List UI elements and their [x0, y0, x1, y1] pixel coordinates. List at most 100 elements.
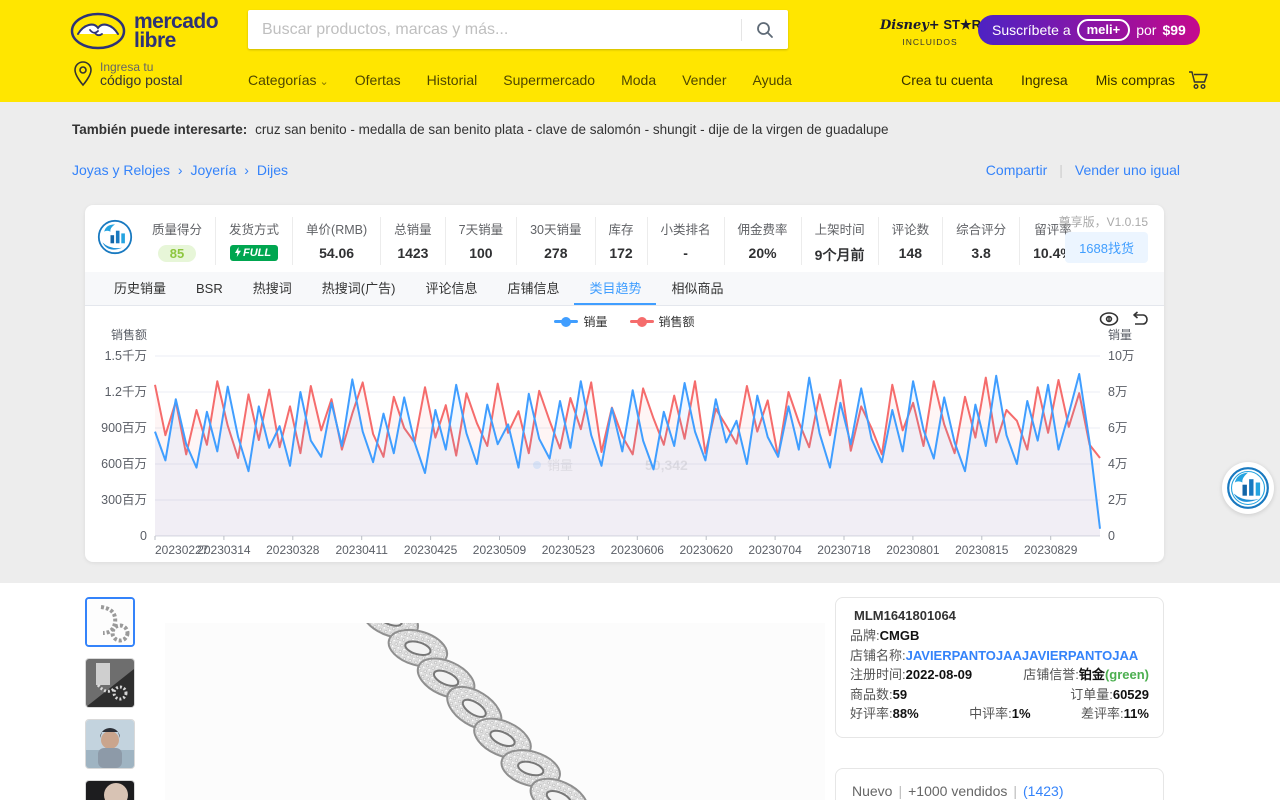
disney-star-promo[interactable]: Disney+ ST★R+ INCLUIDOS	[880, 18, 980, 49]
tab-7[interactable]: 相似商品	[656, 272, 738, 305]
orders-label: 订单量:	[1070, 687, 1113, 702]
nav-crea-tu-cuenta[interactable]: Crea tu cuenta	[901, 72, 993, 88]
search-input[interactable]	[248, 21, 741, 39]
stat-label: 7天销量	[459, 219, 503, 238]
product-main-image[interactable]	[165, 623, 825, 800]
breadcrumb-dijes[interactable]: Dijes	[257, 162, 288, 178]
nav-supermercado[interactable]: Supermercado	[503, 72, 595, 88]
reviews-count-link[interactable]: (1423)	[1023, 783, 1063, 799]
nav-ingresa[interactable]: Ingresa	[1021, 72, 1068, 88]
nav-mis-compras[interactable]: Mis compras	[1096, 72, 1175, 88]
breadcrumb-joyeria[interactable]: Joyería	[191, 162, 257, 178]
thumbnail-model-image	[86, 720, 134, 768]
nav-ayuda[interactable]: Ayuda	[752, 72, 791, 88]
handshake-icon	[70, 12, 126, 50]
cart-button[interactable]	[1188, 70, 1210, 95]
stat-label: 评论数	[892, 219, 930, 238]
nav-historial[interactable]: Historial	[427, 72, 478, 88]
brand-value: CMGB	[880, 628, 920, 643]
nav-vender[interactable]: Vender	[682, 72, 726, 88]
brand-label: 品牌:	[850, 628, 880, 643]
reputation-color-tag: (green)	[1105, 667, 1149, 682]
site-header: mercadolibre Disney+ ST★R+ INCLUIDOS Sus…	[0, 0, 1280, 102]
stat-col: 小类排名-	[648, 217, 725, 265]
legend-marker-blue	[554, 320, 578, 323]
reputation-label: 店铺信誉:	[1023, 667, 1079, 682]
svg-text:销量: 销量	[1108, 328, 1132, 342]
product-thumbnail-4[interactable]	[85, 780, 135, 800]
analytics-tool-floating-button[interactable]	[1222, 462, 1274, 514]
related-search-link[interactable]: shungit	[653, 122, 709, 137]
stat-value: 278	[530, 245, 581, 261]
tab-3[interactable]: 热搜词(广告)	[307, 272, 411, 305]
mercado-libre-logo[interactable]: mercadolibre	[70, 12, 218, 50]
svg-text:600百万: 600百万	[101, 457, 147, 471]
thumbnail-chain-image	[87, 599, 135, 647]
location-pin-icon	[72, 60, 94, 88]
promo-included-label: INCLUIDOS	[880, 35, 980, 49]
stat-value: 148	[892, 245, 930, 261]
related-search-link[interactable]: cruz san benito	[255, 122, 359, 137]
subscribe-meli-button[interactable]: Suscríbete a meli+ por $99	[978, 15, 1200, 45]
related-search-link[interactable]: clave de salomón	[536, 122, 653, 137]
sell-one-like-this-link[interactable]: Vender uno igual	[1075, 162, 1180, 178]
subscribe-mid-text: por	[1136, 22, 1156, 38]
condition-label: Nuevo	[852, 783, 892, 799]
svg-text:0: 0	[140, 529, 147, 543]
nav-ofertas[interactable]: Ofertas	[355, 72, 401, 88]
stat-label: 单价(RMB)	[306, 219, 367, 238]
stat-label: 30天销量	[530, 219, 581, 238]
category-trend-chart[interactable]: 销售额销量1.5千万10万1.2千万8万900百万6万600百万4万300百万2…	[85, 325, 1164, 562]
svg-text:20230620: 20230620	[680, 543, 734, 557]
svg-text:20230829: 20230829	[1024, 543, 1078, 557]
meli-plus-badge: meli+	[1077, 19, 1131, 41]
registered-label: 注册时间:	[850, 667, 906, 682]
negative-rate-label: 差评率:	[1081, 706, 1124, 721]
tab-2[interactable]: 热搜词	[238, 272, 307, 305]
stat-value: 20%	[738, 245, 788, 261]
sold-count-label: +1000 vendidos	[908, 783, 1007, 799]
svg-text:20230718: 20230718	[817, 543, 871, 557]
positive-rate-label: 好评率:	[850, 706, 893, 721]
stat-value: 3.8	[956, 245, 1006, 261]
breadcrumb-joyas[interactable]: Joyas y Relojes	[72, 162, 191, 178]
share-link[interactable]: Compartir	[986, 162, 1047, 178]
tab-1[interactable]: BSR	[181, 272, 238, 305]
tab-0[interactable]: 历史销量	[99, 272, 181, 305]
nav-moda[interactable]: Moda	[621, 72, 656, 88]
stat-label: 小类排名	[661, 219, 711, 238]
related-searches-label: También puede interesarte:	[72, 122, 247, 137]
search-button[interactable]	[742, 10, 788, 49]
svg-text:20230815: 20230815	[955, 543, 1009, 557]
product-thumbnail-list	[85, 597, 135, 800]
stat-col: 库存172	[596, 217, 648, 265]
disney-plus-logo: Disney+	[880, 18, 940, 33]
svg-text:900百万: 900百万	[101, 421, 147, 435]
account-navigation: Crea tu cuenta Ingresa Mis compras	[901, 72, 1175, 88]
cart-icon	[1188, 70, 1210, 90]
stat-col: 总销量1423	[381, 217, 446, 265]
related-search-link[interactable]: dije de la virgen de guadalupe	[708, 122, 888, 137]
zipcode-selector[interactable]: Ingresa tu código postal	[72, 60, 183, 88]
stat-value: FULL	[230, 245, 278, 261]
svg-text:20230328: 20230328	[266, 543, 320, 557]
tab-6[interactable]: 类目趋势	[574, 272, 656, 305]
product-thumbnail-2[interactable]	[85, 658, 135, 708]
nav-categorias[interactable]: Categorías	[248, 72, 329, 88]
product-id: MLM1641801064	[850, 608, 1149, 623]
store-info-panel: MLM1641801064 品牌:CMGB 店铺名称:JAVIERPANTOJA…	[835, 597, 1164, 738]
actions-divider: |	[1059, 162, 1063, 178]
tab-5[interactable]: 店铺信息	[492, 272, 574, 305]
cuban-chain-image	[165, 623, 825, 800]
svg-text:20230425: 20230425	[404, 543, 458, 557]
stat-label: 总销量	[394, 219, 432, 238]
svg-text:6万: 6万	[1108, 421, 1127, 435]
tab-4[interactable]: 评论信息	[410, 272, 492, 305]
product-thumbnail-3[interactable]	[85, 719, 135, 769]
product-thumbnail-1[interactable]	[85, 597, 135, 647]
find-on-1688-button[interactable]: 1688找货	[1065, 232, 1148, 263]
related-search-link[interactable]: medalla de san benito plata	[359, 122, 536, 137]
stat-label: 库存	[609, 219, 634, 238]
breadcrumb-actions: Compartir | Vender uno igual	[986, 162, 1180, 178]
store-name-link[interactable]: JAVIERPANTOJAAJAVIERPANTOJAA	[906, 648, 1139, 663]
